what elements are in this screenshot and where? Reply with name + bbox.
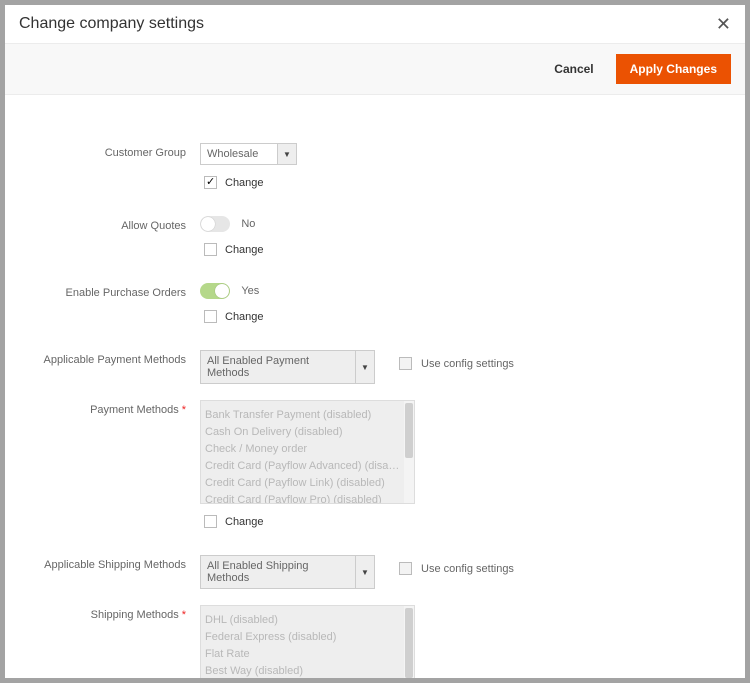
enable-po-state: Yes bbox=[241, 285, 259, 297]
chevron-down-icon[interactable]: ▼ bbox=[356, 350, 375, 384]
label-applicable-payment: Applicable Payment Methods bbox=[25, 350, 200, 366]
modal-title: Change company settings bbox=[19, 15, 204, 33]
shipping-methods-list[interactable]: DHL (disabled) Federal Express (disabled… bbox=[200, 605, 415, 678]
allow-quotes-state: No bbox=[241, 218, 255, 230]
change-label: Change bbox=[225, 177, 264, 189]
change-label: Change bbox=[225, 311, 264, 323]
change-label: Change bbox=[225, 516, 264, 528]
scrollbar[interactable] bbox=[404, 401, 414, 503]
label-payment-methods: Payment Methods* bbox=[25, 400, 200, 416]
list-item[interactable]: Federal Express (disabled) bbox=[205, 629, 400, 646]
customer-group-change-checkbox[interactable] bbox=[204, 176, 217, 189]
chevron-down-icon[interactable]: ▼ bbox=[278, 143, 297, 165]
use-config-label: Use config settings bbox=[421, 358, 514, 370]
scrollbar[interactable] bbox=[404, 606, 414, 678]
allow-quotes-change-checkbox[interactable] bbox=[204, 243, 217, 256]
list-item[interactable]: Bank Transfer Payment (disabled) bbox=[205, 407, 400, 424]
use-config-label: Use config settings bbox=[421, 563, 514, 575]
label-enable-po: Enable Purchase Orders bbox=[25, 283, 200, 299]
list-item[interactable]: Cash On Delivery (disabled) bbox=[205, 424, 400, 441]
label-shipping-methods: Shipping Methods* bbox=[25, 605, 200, 621]
applicable-shipping-select[interactable]: All Enabled Shipping Methods bbox=[200, 555, 356, 589]
label-applicable-shipping: Applicable Shipping Methods bbox=[25, 555, 200, 571]
apply-changes-button[interactable]: Apply Changes bbox=[616, 54, 731, 84]
change-label: Change bbox=[225, 244, 264, 256]
payment-methods-list[interactable]: Bank Transfer Payment (disabled) Cash On… bbox=[200, 400, 415, 504]
enable-po-change-checkbox[interactable] bbox=[204, 310, 217, 323]
list-item[interactable]: Check / Money order bbox=[205, 441, 400, 458]
list-item[interactable]: DHL (disabled) bbox=[205, 612, 400, 629]
shipping-use-config-checkbox bbox=[399, 562, 412, 575]
label-allow-quotes: Allow Quotes bbox=[25, 216, 200, 232]
enable-po-toggle[interactable] bbox=[200, 283, 230, 299]
list-item[interactable]: Flat Rate bbox=[205, 646, 400, 663]
payment-methods-change-checkbox[interactable] bbox=[204, 515, 217, 528]
list-item[interactable]: Credit Card (Payflow Advanced) (disabled… bbox=[205, 458, 400, 475]
allow-quotes-toggle[interactable] bbox=[200, 216, 230, 232]
action-bar: Cancel Apply Changes bbox=[5, 43, 745, 95]
close-icon[interactable]: ✕ bbox=[716, 15, 731, 33]
list-item[interactable]: Credit Card (Payflow Link) (disabled) bbox=[205, 475, 400, 492]
payment-use-config-checkbox bbox=[399, 357, 412, 370]
list-item[interactable]: Best Way (disabled) bbox=[205, 663, 400, 678]
customer-group-select[interactable]: Wholesale bbox=[200, 143, 278, 165]
chevron-down-icon[interactable]: ▼ bbox=[356, 555, 375, 589]
label-customer-group: Customer Group bbox=[25, 143, 200, 159]
cancel-button[interactable]: Cancel bbox=[548, 61, 599, 77]
list-item[interactable]: Credit Card (Payflow Pro) (disabled) bbox=[205, 492, 400, 503]
applicable-payment-select[interactable]: All Enabled Payment Methods bbox=[200, 350, 356, 384]
